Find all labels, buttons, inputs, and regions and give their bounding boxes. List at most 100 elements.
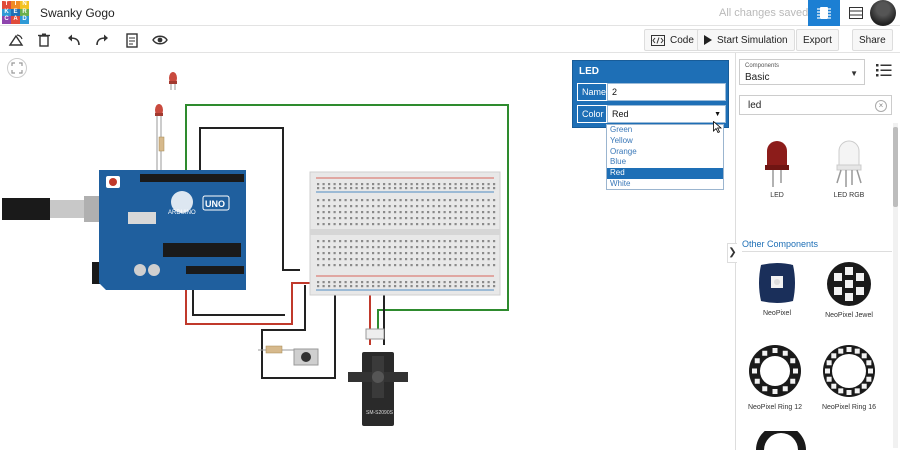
breadboard-hole (361, 183, 364, 186)
list-view-toggle[interactable] (876, 63, 894, 79)
breadboard-hole (432, 240, 435, 243)
led-on-board[interactable] (155, 104, 165, 170)
breadboard-hole (388, 211, 391, 214)
breadboard-hole (361, 240, 364, 243)
servo-motor[interactable]: SM-S2090S (348, 328, 408, 426)
breadboard-hole (476, 281, 479, 284)
breadboard-hole (339, 246, 342, 249)
other-components-heading[interactable]: Other Components (742, 239, 818, 249)
breadboard-hole (344, 187, 347, 190)
component-led-rgb[interactable]: LED RGB (814, 137, 884, 199)
breadboard-hole (443, 187, 446, 190)
breadboard-hole (454, 199, 457, 202)
arduino-brand-label: UNO (205, 199, 225, 209)
breadboard-hole (454, 240, 457, 243)
start-simulation-label: Start Simulation (717, 34, 788, 46)
breadboard-hole (377, 183, 380, 186)
color-option-white[interactable]: White (607, 179, 723, 190)
component-neopixel-ring-16[interactable]: NeoPixel Ring 16 (814, 343, 884, 411)
circuit-view-button[interactable] (808, 0, 840, 26)
collapse-panel-button[interactable]: ❯ (727, 243, 737, 263)
breadboard-hole (454, 264, 457, 267)
breadboard-hole (460, 258, 463, 261)
breadboard-hole (355, 205, 358, 208)
breadboard-hole (460, 223, 463, 226)
color-option-blue[interactable]: Blue (607, 157, 723, 168)
breadboard-hole (366, 281, 369, 284)
logo-letter: I (11, 1, 20, 9)
breadboard-hole (361, 217, 364, 220)
components-panel: Components Basic ▼ led × LED LED RGB Oth… (735, 53, 900, 450)
breadboard-hole (443, 281, 446, 284)
breadboard-hole (405, 217, 408, 220)
redo-button[interactable] (92, 30, 112, 50)
color-select[interactable]: Red ▼ (607, 105, 726, 123)
share-button[interactable]: Share (852, 29, 893, 51)
export-button[interactable]: Export (796, 29, 839, 51)
breadboard-hole (372, 285, 375, 288)
schematic-view-button[interactable] (840, 0, 872, 26)
led-floating[interactable] (169, 72, 177, 90)
scrollbar-thumb[interactable] (893, 127, 898, 207)
component-label: NeoPixel Ring 16 (821, 404, 877, 411)
component-neopixel[interactable]: NeoPixel (742, 261, 812, 317)
close-icon[interactable]: × (875, 100, 887, 112)
breadboard-hole (465, 205, 468, 208)
category-select[interactable]: Components Basic ▼ (739, 59, 865, 85)
breadboard-hole (366, 246, 369, 249)
pushbutton[interactable] (293, 348, 319, 366)
breadboard-hole (361, 199, 364, 202)
breadboard-hole (410, 211, 413, 214)
breadboard-hole (443, 223, 446, 226)
panel-scrollbar[interactable] (893, 123, 898, 448)
breadboard-hole (399, 285, 402, 288)
breadboard-hole (487, 285, 490, 288)
breadboard-hole (405, 211, 408, 214)
breadboard-hole (333, 252, 336, 255)
breadboard-hole (394, 264, 397, 267)
breadboard-hole (487, 281, 490, 284)
breadboard-hole (432, 285, 435, 288)
breadboard-hole (438, 281, 441, 284)
breadboard-hole (416, 285, 419, 288)
color-option-green[interactable]: Green (607, 125, 723, 136)
delete-button[interactable] (34, 30, 54, 50)
breadboard-hole (394, 211, 397, 214)
component-neopixel-jewel[interactable]: NeoPixel Jewel (814, 261, 884, 319)
visibility-button[interactable] (150, 30, 170, 50)
breadboard-hole (432, 258, 435, 261)
breadboard-hole (460, 187, 463, 190)
breadboard-hole (421, 199, 424, 202)
breadboard-hole (476, 217, 479, 220)
tinkercad-logo[interactable]: TIN KER CAD (2, 1, 29, 24)
arduino-uno-board[interactable]: ARDUINO UNO (99, 170, 246, 290)
breadboard-hole (487, 217, 490, 220)
component-neopixel-ring-12[interactable]: NeoPixel Ring 12 (740, 343, 810, 411)
project-title[interactable]: Swanky Gogo (40, 6, 115, 20)
notes-button[interactable] (122, 30, 142, 50)
start-simulation-button[interactable]: Start Simulation (697, 29, 795, 51)
color-option-orange[interactable]: Orange (607, 147, 723, 158)
breadboard-hole (421, 205, 424, 208)
code-button-label: Code (670, 34, 694, 46)
code-button[interactable]: Code (644, 29, 701, 51)
resistor[interactable] (258, 345, 294, 354)
color-option-red[interactable]: Red (607, 168, 723, 179)
breadboard-hole (394, 240, 397, 243)
neopixel-icon (759, 263, 795, 303)
user-avatar[interactable] (870, 0, 896, 26)
rotate-button[interactable] (6, 30, 26, 50)
breadboard[interactable] (309, 171, 501, 296)
logo-letter: K (2, 8, 11, 17)
breadboard-hole (471, 281, 474, 284)
breadboard-hole (471, 205, 474, 208)
component-led[interactable]: LED (742, 137, 812, 199)
breadboard-hole (372, 258, 375, 261)
name-field[interactable]: 2 (607, 83, 726, 101)
ring-pixel (854, 348, 860, 354)
color-option-yellow[interactable]: Yellow (607, 136, 723, 147)
undo-button[interactable] (64, 30, 84, 50)
component-label: NeoPixel (762, 310, 791, 317)
component-search-input[interactable]: led × (739, 95, 892, 115)
breadboard-hole (388, 258, 391, 261)
